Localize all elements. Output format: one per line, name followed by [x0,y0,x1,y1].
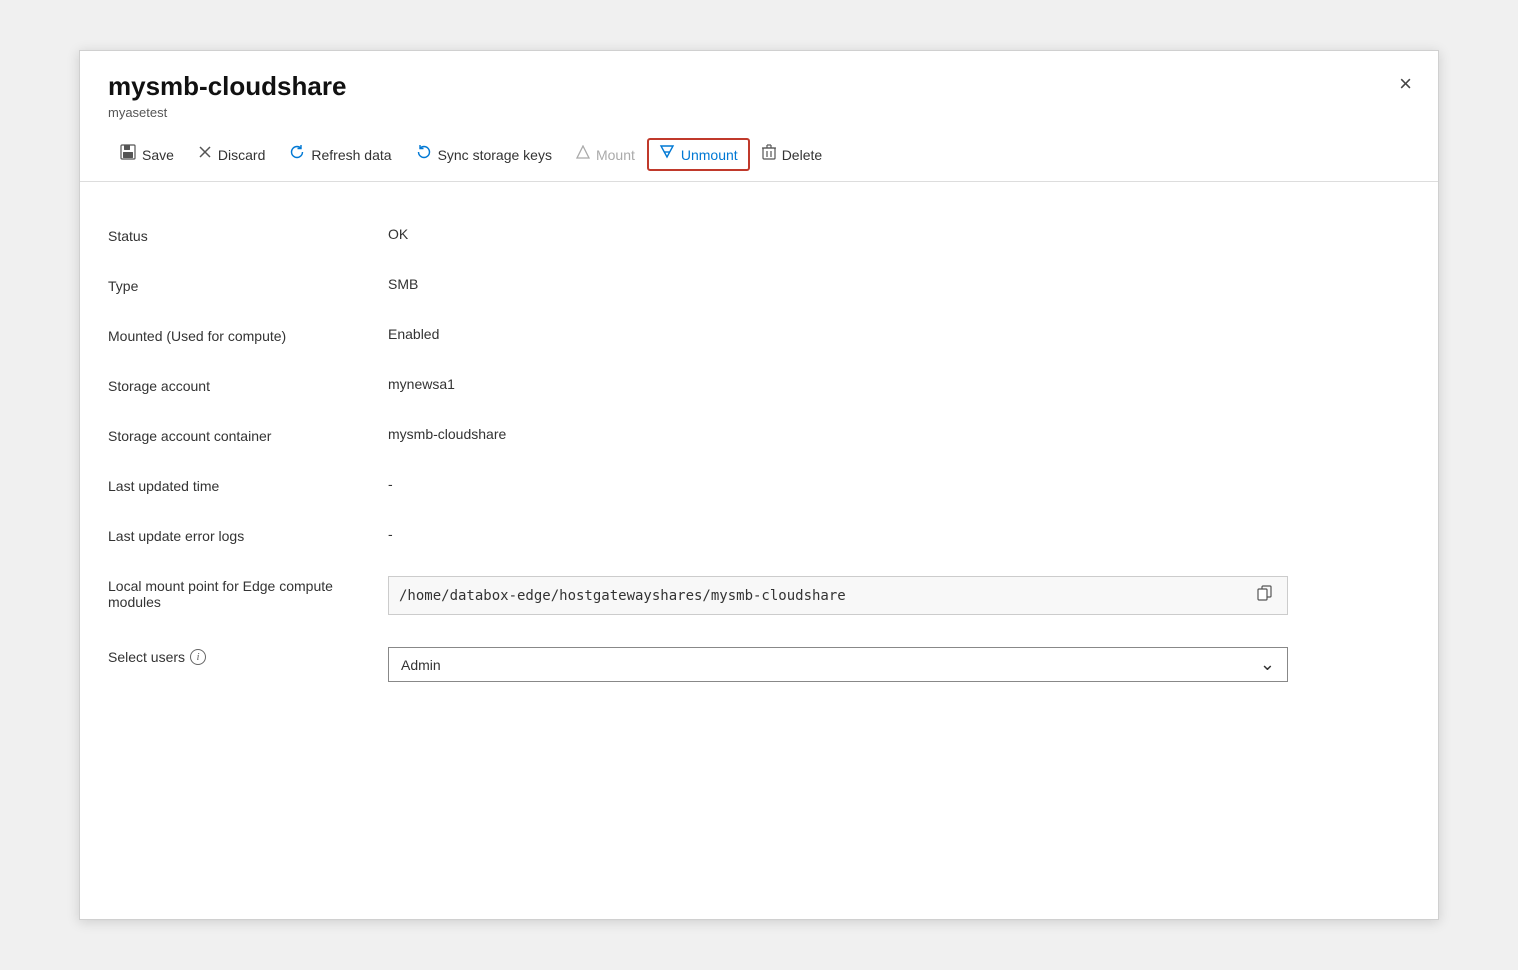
panel-title: mysmb-cloudshare [108,71,1410,102]
status-value: OK [388,226,1410,242]
storage-container-value: mysmb-cloudshare [388,426,1410,442]
sync-button[interactable]: Sync storage keys [404,138,564,171]
select-users-value-container: Admin ⌄ [388,647,1410,682]
select-users-label: Select users i [108,647,388,665]
copy-button[interactable] [1253,583,1277,608]
mount-button[interactable]: Mount [564,139,647,170]
discard-icon [198,145,212,164]
mount-icon [576,145,590,164]
save-label: Save [142,147,174,163]
select-users-row: Select users i Admin ⌄ [108,631,1410,698]
last-updated-value: - [388,476,1410,492]
mount-label: Mount [596,147,635,163]
delete-label: Delete [782,147,822,163]
content-area: Status OK Type SMB Mounted (Used for com… [80,182,1438,726]
type-row: Type SMB [108,260,1410,310]
mount-path-text: /home/databox-edge/hostgatewayshares/mys… [399,588,1253,604]
mount-path-box: /home/databox-edge/hostgatewayshares/mys… [388,576,1288,615]
error-logs-value: - [388,526,1410,542]
unmount-label: Unmount [681,147,738,163]
mount-point-value-container: /home/databox-edge/hostgatewayshares/mys… [388,576,1410,615]
delete-button[interactable]: Delete [750,138,834,171]
panel-subtitle: myasetest [108,105,1410,120]
refresh-button[interactable]: Refresh data [277,138,403,171]
mounted-label: Mounted (Used for compute) [108,326,388,344]
select-users-dropdown[interactable]: Admin ⌄ [388,647,1288,682]
info-icon[interactable]: i [190,649,206,665]
sync-label: Sync storage keys [438,147,552,163]
type-label: Type [108,276,388,294]
mount-point-row: Local mount point for Edge compute modul… [108,560,1410,631]
storage-account-value: mynewsa1 [388,376,1410,392]
mounted-value: Enabled [388,326,1410,342]
unmount-icon [659,144,675,165]
unmount-button[interactable]: Unmount [647,138,750,171]
chevron-down-icon: ⌄ [1260,654,1275,675]
last-updated-row: Last updated time - [108,460,1410,510]
storage-account-label: Storage account [108,376,388,394]
panel-header: mysmb-cloudshare myasetest [80,51,1438,120]
refresh-icon [289,144,305,165]
save-icon [120,144,136,165]
status-row: Status OK [108,210,1410,260]
refresh-label: Refresh data [311,147,391,163]
storage-container-label: Storage account container [108,426,388,444]
close-button[interactable]: × [1393,69,1418,99]
error-logs-label: Last update error logs [108,526,388,544]
toolbar: Save Discard Refresh data [80,128,1438,182]
status-label: Status [108,226,388,244]
type-value: SMB [388,276,1410,292]
discard-button[interactable]: Discard [186,139,277,170]
error-logs-row: Last update error logs - [108,510,1410,560]
delete-icon [762,144,776,165]
discard-label: Discard [218,147,265,163]
mounted-row: Mounted (Used for compute) Enabled [108,310,1410,360]
panel: × mysmb-cloudshare myasetest Save [79,50,1439,920]
storage-account-row: Storage account mynewsa1 [108,360,1410,410]
last-updated-label: Last updated time [108,476,388,494]
select-users-selected: Admin [401,657,441,673]
mount-point-label: Local mount point for Edge compute modul… [108,576,388,610]
save-button[interactable]: Save [108,138,186,171]
sync-icon [416,144,432,165]
storage-container-row: Storage account container mysmb-cloudsha… [108,410,1410,460]
